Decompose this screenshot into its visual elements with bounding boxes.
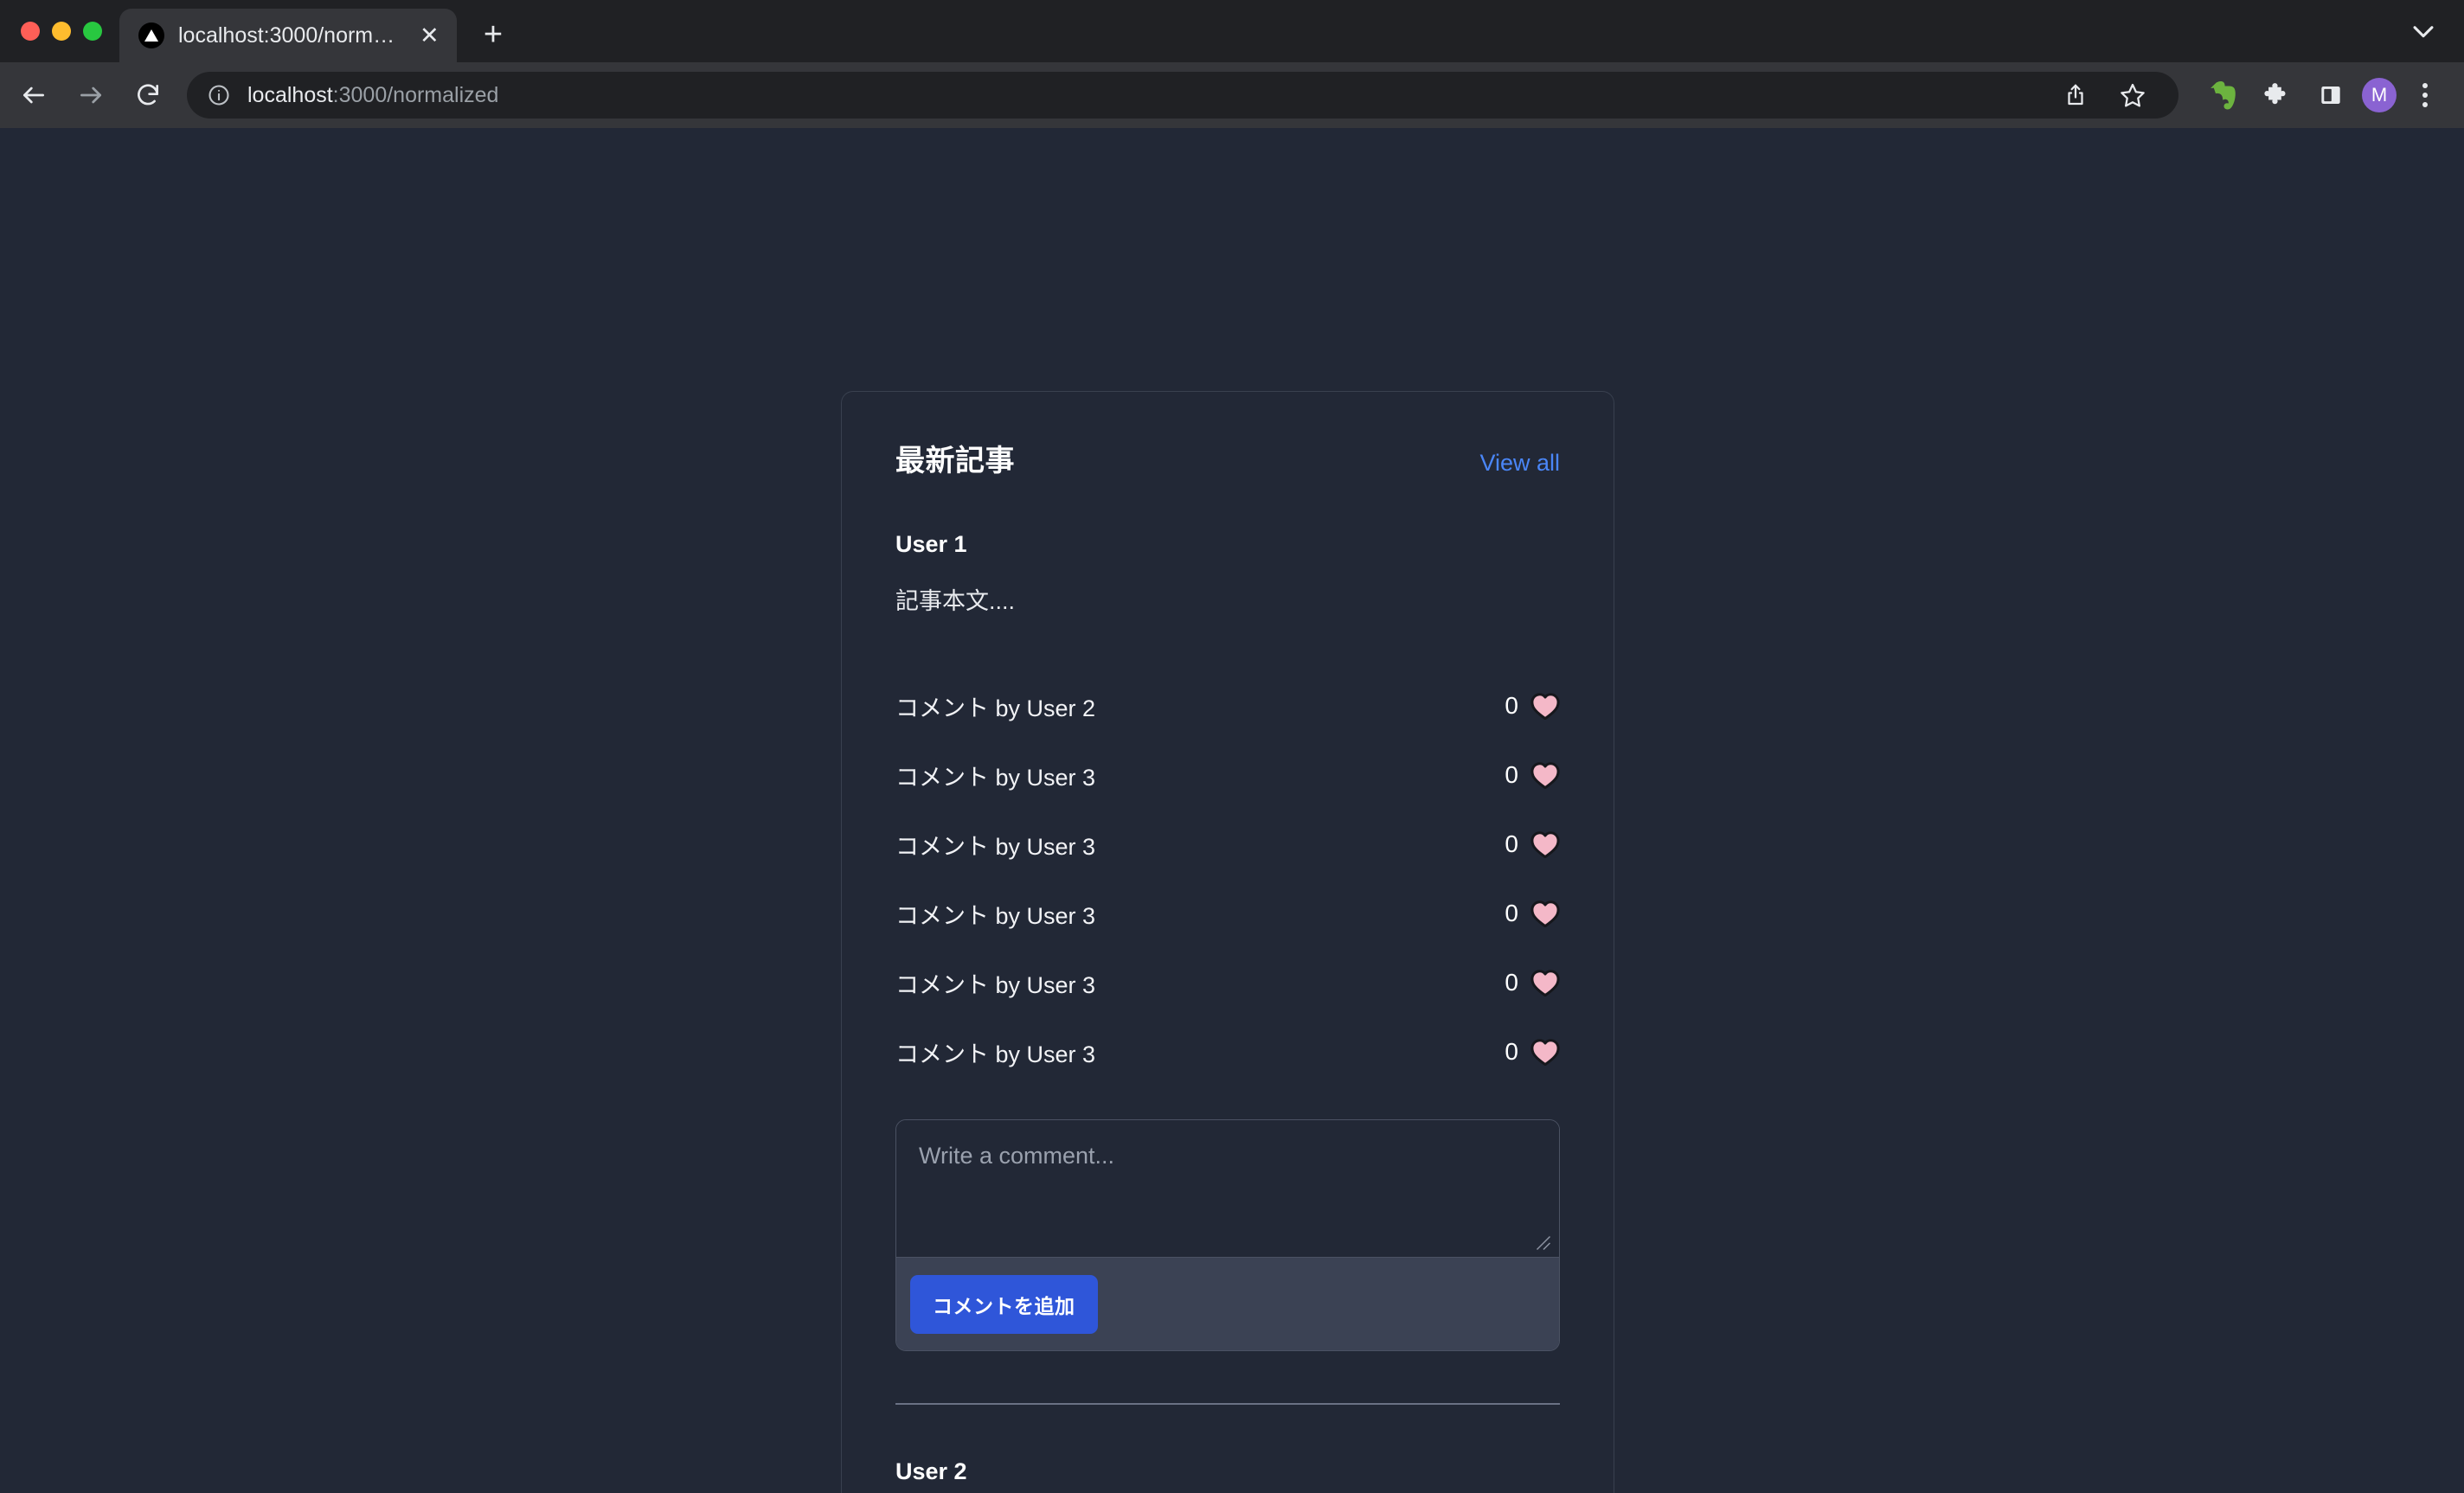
pink-heart-icon[interactable] — [1530, 1038, 1560, 1066]
comment-text: コメント by User 3 — [895, 1041, 1096, 1067]
card-header: 最新記事 View all — [895, 437, 1560, 479]
comment-item: コメント by User 3 0 — [895, 740, 1560, 810]
browser-window: localhost:3000/normalized ✕ + localhost:… — [0, 0, 2464, 1493]
close-tab-button[interactable]: ✕ — [414, 18, 445, 53]
kebab-menu-icon[interactable] — [2405, 73, 2445, 118]
browser-tab[interactable]: localhost:3000/normalized ✕ — [119, 9, 457, 62]
window-controls — [0, 0, 119, 62]
browser-toolbar: localhost:3000/normalized M — [0, 62, 2464, 128]
like-count: 0 — [1505, 692, 1518, 719]
post-item: User 1 記事本文.... コメント by User 2 0 コメント by… — [895, 531, 1560, 1403]
url-path: :3000/normalized — [332, 82, 499, 107]
comment-item: コメント by User 2 0 — [895, 671, 1560, 740]
comment-text: コメント by User 2 — [895, 695, 1096, 721]
forward-button[interactable] — [64, 68, 118, 122]
pink-heart-icon[interactable] — [1530, 969, 1560, 996]
reload-button[interactable] — [121, 68, 175, 122]
like-count: 0 — [1505, 969, 1518, 996]
resize-grip-icon[interactable] — [1536, 1235, 1551, 1251]
profile-avatar[interactable]: M — [2362, 78, 2397, 112]
comment-item: コメント by User 3 0 — [895, 1017, 1560, 1086]
pink-heart-icon[interactable] — [1530, 692, 1560, 720]
puzzle-piece-icon[interactable] — [2255, 73, 2300, 118]
post-author: User 2 — [895, 1458, 967, 1484]
post-item: User 2 記事本文.... — [895, 1458, 1560, 1493]
page-viewport: 最新記事 View all User 1 記事本文.... コメント by Us… — [0, 128, 2464, 1493]
star-icon[interactable] — [2106, 68, 2159, 122]
side-panel-icon[interactable] — [2308, 73, 2353, 118]
like-count: 0 — [1505, 761, 1518, 788]
comment-list: コメント by User 2 0 コメント by User 3 0 コメント b… — [895, 671, 1560, 1086]
back-button[interactable] — [7, 68, 61, 122]
comment-text: コメント by User 3 — [895, 764, 1096, 791]
evernote-elephant-icon[interactable] — [2201, 73, 2246, 118]
page-title: 最新記事 — [895, 445, 1015, 477]
tab-title: localhost:3000/normalized — [178, 22, 401, 48]
site-info-icon[interactable] — [206, 82, 232, 108]
url-text: localhost:3000/normalized — [247, 83, 498, 108]
tab-strip: localhost:3000/normalized ✕ + — [0, 0, 2464, 62]
nextjs-triangle-icon — [138, 22, 164, 48]
comment-item: コメント by User 3 0 — [895, 948, 1560, 1017]
close-window-button[interactable] — [21, 22, 40, 41]
comment-item: コメント by User 3 0 — [895, 879, 1560, 948]
minimize-window-button[interactable] — [52, 22, 71, 41]
like-group[interactable]: 0 — [1505, 900, 1560, 927]
like-group[interactable]: 0 — [1505, 830, 1560, 858]
new-tab-button[interactable]: + — [469, 10, 517, 59]
extension-icons: M — [2194, 73, 2445, 118]
like-count: 0 — [1505, 1038, 1518, 1065]
comment-item: コメント by User 3 0 — [895, 810, 1560, 879]
like-group[interactable]: 0 — [1505, 969, 1560, 996]
post-body: 記事本文.... — [895, 588, 1016, 614]
comment-composer: Write a comment... コメントを追加 — [895, 1119, 1560, 1351]
comment-text: コメント by User 3 — [895, 971, 1096, 998]
comment-input[interactable]: Write a comment... — [896, 1120, 1559, 1257]
pink-heart-icon[interactable] — [1530, 830, 1560, 858]
comment-input-placeholder: Write a comment... — [919, 1143, 1115, 1169]
view-all-link[interactable]: View all — [1479, 450, 1560, 477]
address-bar[interactable]: localhost:3000/normalized — [187, 72, 2178, 119]
like-count: 0 — [1505, 830, 1518, 857]
like-group[interactable]: 0 — [1505, 692, 1560, 720]
post-author: User 1 — [895, 531, 967, 557]
tabstrip-right-area — [2409, 0, 2464, 62]
like-count: 0 — [1505, 900, 1518, 926]
like-group[interactable]: 0 — [1505, 1038, 1560, 1066]
omnibox-actions — [2049, 68, 2159, 122]
maximize-window-button[interactable] — [83, 22, 102, 41]
pink-heart-icon[interactable] — [1530, 761, 1560, 789]
comment-text: コメント by User 3 — [895, 902, 1096, 929]
share-icon[interactable] — [2049, 68, 2102, 122]
chevron-down-icon[interactable] — [2409, 16, 2438, 46]
post-divider — [895, 1403, 1560, 1405]
pink-heart-icon[interactable] — [1530, 900, 1560, 927]
comment-text: コメント by User 3 — [895, 833, 1096, 860]
add-comment-button[interactable]: コメントを追加 — [910, 1274, 1098, 1334]
like-group[interactable]: 0 — [1505, 761, 1560, 789]
latest-articles-card: 最新記事 View all User 1 記事本文.... コメント by Us… — [841, 391, 1614, 1493]
url-host: localhost — [247, 82, 333, 107]
composer-footer: コメントを追加 — [896, 1257, 1559, 1350]
